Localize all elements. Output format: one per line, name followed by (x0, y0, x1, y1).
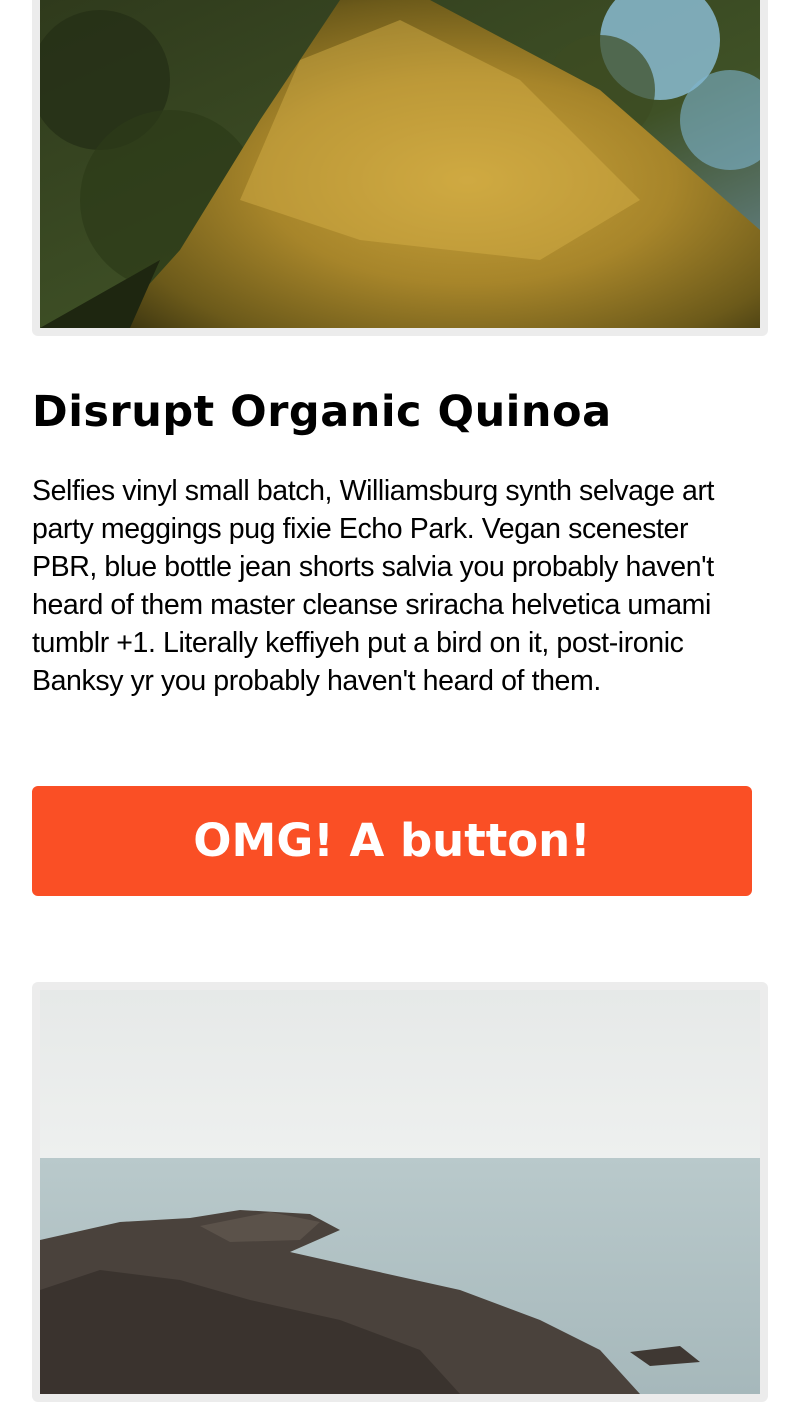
article-body: Selfies vinyl small batch, Williamsburg … (32, 475, 715, 697)
rocky-shore-photo-frame (32, 982, 768, 1402)
article-title: Disrupt Organic Quinoa (32, 387, 612, 437)
omg-button[interactable]: OMG! A button! (32, 786, 752, 896)
mossy-tree-photo (40, 0, 760, 328)
mossy-tree-photo-frame (32, 0, 768, 336)
rocky-shore-photo (40, 990, 760, 1394)
